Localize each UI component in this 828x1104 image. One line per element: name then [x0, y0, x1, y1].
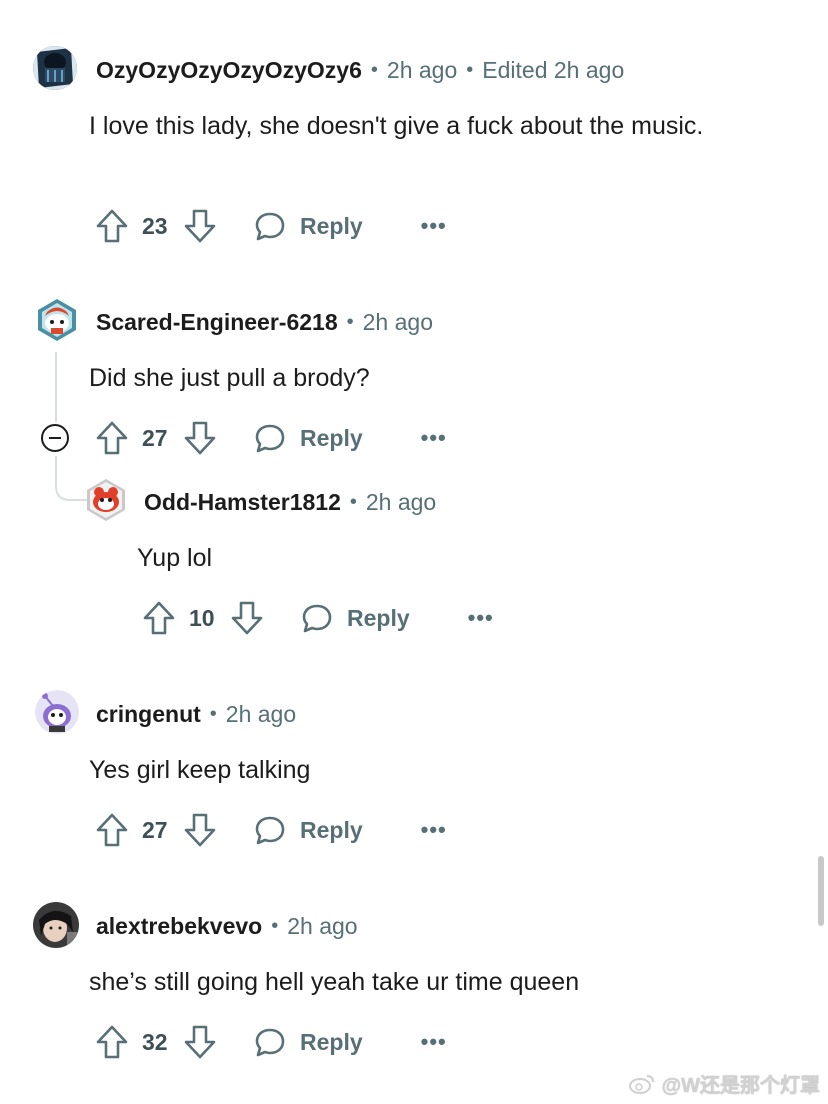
- more-options-button[interactable]: •••: [421, 425, 447, 451]
- thread-line: [55, 352, 57, 422]
- reply-label: Reply: [347, 604, 410, 631]
- timestamp: 2h ago: [365, 488, 437, 515]
- comment-actions: 27 Reply •••: [94, 810, 447, 850]
- separator-dot: •: [466, 58, 474, 81]
- separator-dot: •: [271, 914, 279, 937]
- more-options-button[interactable]: •••: [421, 1029, 447, 1055]
- vote-score: 10: [189, 604, 215, 631]
- vote-score: 32: [142, 1028, 168, 1055]
- collapse-thread-button[interactable]: [41, 424, 69, 452]
- speech-bubble-icon: [302, 604, 332, 633]
- vote-score: 23: [142, 212, 168, 239]
- comment-actions: 27 Reply •••: [94, 418, 447, 458]
- snoo-red-avatar-icon[interactable]: [84, 478, 128, 522]
- weibo-icon: [628, 1074, 654, 1094]
- speech-bubble-icon: [255, 1028, 285, 1057]
- more-options-button[interactable]: •••: [421, 213, 447, 239]
- reply-button[interactable]: Reply: [254, 1027, 363, 1057]
- scrollbar[interactable]: [818, 856, 824, 926]
- edited-label: Edited 2h ago: [482, 56, 625, 83]
- timestamp: 2h ago: [362, 308, 433, 335]
- reply-button[interactable]: Reply: [254, 211, 363, 241]
- comment-meta: Scared-Engineer-6218 • 2h ago: [96, 306, 433, 338]
- upvote-icon[interactable]: [141, 600, 177, 636]
- comment-body: Did she just pull a brody?: [89, 364, 370, 392]
- comment-body: she’s still going hell yeah take ur time…: [89, 968, 580, 996]
- comment-meta: OzyOzyOzyOzyOzyOzy6 • 2h ago • Edited 2h…: [96, 54, 624, 86]
- downvote-icon[interactable]: [182, 420, 218, 456]
- upvote-icon[interactable]: [94, 420, 130, 456]
- timestamp: 2h ago: [287, 912, 358, 939]
- watermark: @W还是那个灯罩: [628, 1069, 820, 1098]
- reply-label: Reply: [300, 424, 363, 451]
- comment-meta: Odd-Hamster1812 • 2h ago: [144, 486, 436, 518]
- username[interactable]: Odd-Hamster1812: [144, 489, 341, 516]
- downvote-icon[interactable]: [182, 1024, 218, 1060]
- photo-avatar-icon[interactable]: [33, 902, 79, 948]
- alien-avatar-icon[interactable]: [33, 46, 77, 90]
- separator-dot: •: [346, 310, 354, 333]
- speech-bubble-icon: [255, 816, 285, 845]
- downvote-icon[interactable]: [182, 208, 218, 244]
- comment-meta: cringenut • 2h ago: [96, 698, 296, 730]
- username[interactable]: Scared-Engineer-6218: [96, 309, 338, 336]
- speech-bubble-icon: [255, 424, 285, 453]
- reply-label: Reply: [300, 816, 363, 843]
- timestamp: 2h ago: [225, 700, 297, 727]
- timestamp: 2h ago: [386, 56, 458, 83]
- vote-score: 27: [142, 816, 168, 843]
- comment-actions: 32 Reply •••: [94, 1022, 447, 1062]
- upvote-icon[interactable]: [94, 812, 130, 848]
- username[interactable]: cringenut: [96, 701, 201, 728]
- downvote-icon[interactable]: [229, 600, 265, 636]
- downvote-icon[interactable]: [182, 812, 218, 848]
- separator-dot: •: [209, 702, 217, 725]
- reply-label: Reply: [300, 1028, 363, 1055]
- username[interactable]: OzyOzyOzyOzyOzyOzy6: [96, 57, 362, 84]
- thread-connector: [55, 456, 88, 501]
- reply-label: Reply: [300, 212, 363, 239]
- vote-score: 27: [142, 424, 168, 451]
- reply-button[interactable]: Reply: [301, 603, 410, 633]
- comment-meta: alextrebekvevo • 2h ago: [96, 910, 358, 942]
- more-options-button[interactable]: •••: [468, 605, 494, 631]
- snoo-purple-avatar-icon[interactable]: [35, 690, 79, 734]
- comment-body: Yup lol: [137, 544, 213, 572]
- speech-bubble-icon: [255, 212, 285, 241]
- username[interactable]: alextrebekvevo: [96, 913, 262, 940]
- more-options-button[interactable]: •••: [421, 817, 447, 843]
- separator-dot: •: [370, 58, 378, 81]
- reply-button[interactable]: Reply: [254, 815, 363, 845]
- upvote-icon[interactable]: [94, 208, 130, 244]
- reply-button[interactable]: Reply: [254, 423, 363, 453]
- separator-dot: •: [349, 490, 357, 513]
- upvote-icon[interactable]: [94, 1024, 130, 1060]
- snoo-avatar-icon[interactable]: [35, 298, 79, 342]
- comment-actions: 23 Reply •••: [94, 206, 447, 246]
- comment-actions: 10 Reply •••: [141, 598, 494, 638]
- comment-body: I love this lady, she doesn't give a fuc…: [89, 112, 704, 140]
- comment-body: Yes girl keep talking: [89, 756, 311, 784]
- watermark-text: @W还是那个灯罩: [661, 1075, 820, 1097]
